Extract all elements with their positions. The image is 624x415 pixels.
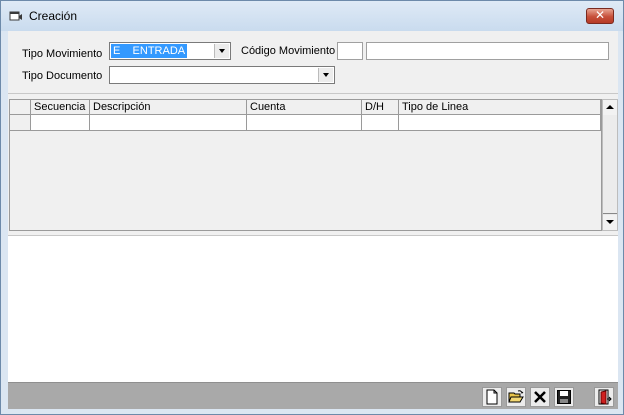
- scroll-track[interactable]: [603, 115, 617, 214]
- codigo-movimiento-code-field[interactable]: [337, 42, 363, 60]
- tipo-movimiento-value: E ENTRADA: [111, 44, 188, 58]
- client-area: Tipo Movimiento E ENTRADA Código Movimie…: [8, 31, 618, 409]
- window-app-icon: [9, 11, 22, 21]
- codigo-movimiento-label: Código Movimiento: [241, 45, 336, 57]
- column-header-cuenta[interactable]: Cuenta: [247, 100, 362, 115]
- tipo-documento-select[interactable]: [109, 66, 335, 84]
- column-header-tipo-de-linea[interactable]: Tipo de Linea: [399, 100, 601, 115]
- row-selector[interactable]: [10, 115, 31, 131]
- new-document-icon: [486, 389, 498, 405]
- save-disk-icon: [557, 390, 571, 404]
- cell-secuencia[interactable]: [31, 115, 90, 131]
- open-folder-icon: [508, 390, 524, 403]
- tipo-documento-label: Tipo Documento: [22, 70, 103, 82]
- cell-dh[interactable]: [362, 115, 399, 131]
- exit-door-icon: [598, 389, 612, 405]
- title-bar[interactable]: Creación ✕: [1, 1, 623, 31]
- column-header-secuencia[interactable]: Secuencia: [31, 100, 90, 115]
- delete-button[interactable]: [530, 387, 550, 407]
- window: Creación ✕ Tipo Movimiento E ENTRADA Cód…: [0, 0, 624, 415]
- open-button[interactable]: [506, 387, 526, 407]
- delete-x-icon: [534, 391, 546, 403]
- header-form: Tipo Movimiento E ENTRADA Código Movimie…: [8, 31, 618, 94]
- exit-button[interactable]: [594, 387, 614, 407]
- tipo-movimiento-label: Tipo Movimiento: [22, 48, 103, 60]
- cell-descripcion[interactable]: [90, 115, 247, 131]
- grid-vertical-scrollbar[interactable]: [602, 99, 618, 231]
- cell-tipo-de-linea[interactable]: [399, 115, 601, 131]
- bottom-toolbar: [8, 382, 618, 409]
- lines-panel: Secuencia Descripción Cuenta D/H Tipo de…: [8, 94, 618, 236]
- chevron-down-icon[interactable]: [318, 68, 333, 82]
- lines-grid[interactable]: Secuencia Descripción Cuenta D/H Tipo de…: [9, 99, 602, 231]
- cell-cuenta[interactable]: [247, 115, 362, 131]
- tipo-documento-value: [111, 68, 115, 82]
- new-button[interactable]: [482, 387, 502, 407]
- column-header-descripcion[interactable]: Descripción: [90, 100, 247, 115]
- codigo-movimiento-description-field[interactable]: [366, 42, 609, 60]
- scroll-up-arrow-icon[interactable]: [603, 100, 617, 115]
- close-button[interactable]: ✕: [586, 8, 614, 24]
- tipo-movimiento-select[interactable]: E ENTRADA: [109, 42, 231, 60]
- save-button[interactable]: [554, 387, 574, 407]
- window-title: Creación: [29, 9, 78, 23]
- chevron-down-icon[interactable]: [214, 44, 229, 58]
- close-icon: ✕: [594, 8, 606, 22]
- column-header-dh[interactable]: D/H: [362, 100, 399, 115]
- scroll-down-arrow-icon[interactable]: [603, 215, 617, 230]
- row-selector-header: [10, 100, 31, 115]
